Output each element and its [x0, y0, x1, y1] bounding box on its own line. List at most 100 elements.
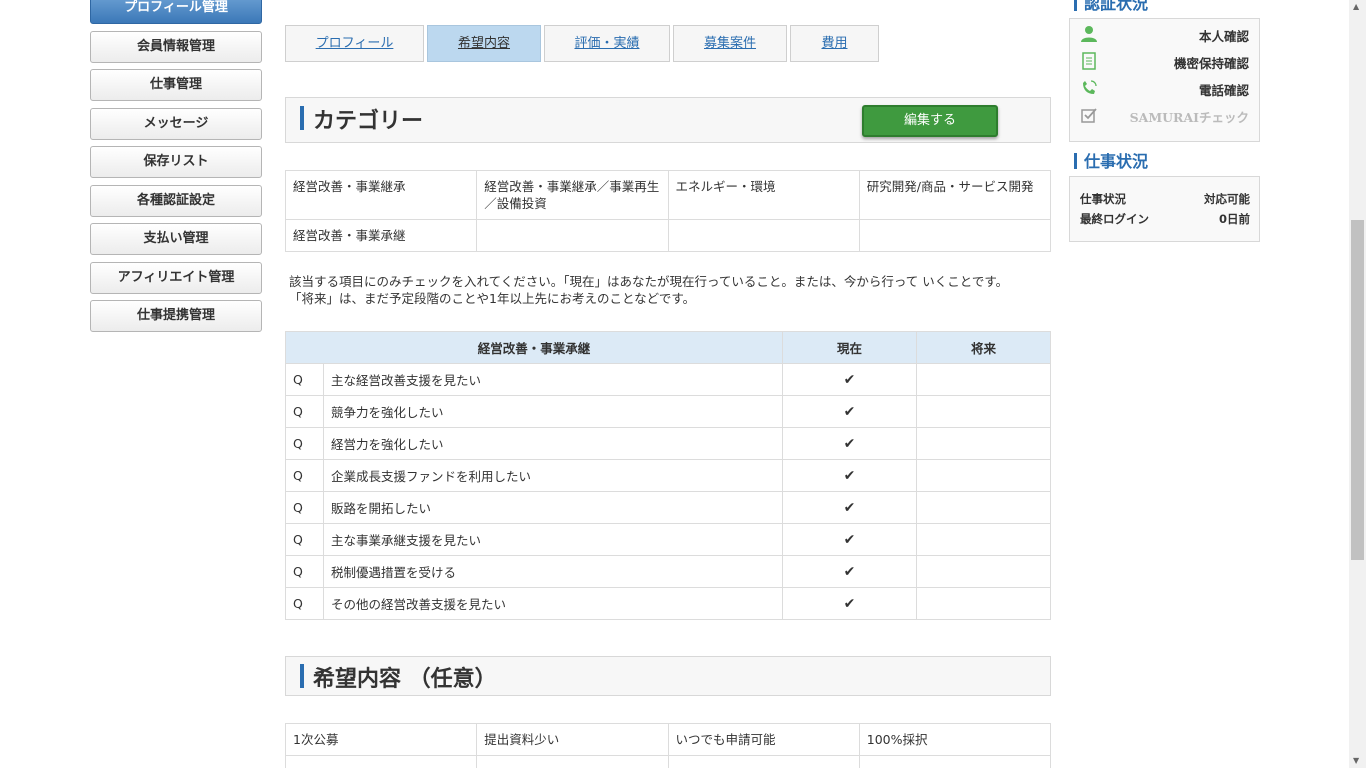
- tab-ratings[interactable]: 評価・実績: [544, 25, 670, 62]
- table-cell: [667, 219, 860, 252]
- column-header-category: 経営改善・事業承継: [285, 331, 783, 364]
- check-icon: ✔: [782, 491, 917, 524]
- table-row: 1次公募 提出資料少い いつでも申請可能 100%採択: [284, 723, 1052, 756]
- sidebar-item-jobs[interactable]: 仕事管理: [90, 69, 262, 101]
- question-label: 経営力を強化したい: [323, 427, 783, 460]
- q-marker: Q: [285, 555, 324, 588]
- table-row: Q 企業成長支援ファンドを利用したい ✔: [285, 459, 1051, 492]
- check-icon: ✔: [782, 523, 917, 556]
- table-cell: 提出資料少い: [476, 723, 669, 756]
- scroll-up-icon[interactable]: ▲: [1353, 2, 1359, 11]
- cert-label: 機密保持確認: [1173, 56, 1249, 71]
- future-cell: [916, 395, 1051, 428]
- check-icon: ✔: [782, 587, 917, 620]
- column-header-now: 現在: [782, 331, 917, 364]
- table-cell: いつでも申請可能: [667, 723, 860, 756]
- check-icon: ✔: [782, 459, 917, 492]
- table-header-row: 経営改善・事業承継 現在 将来: [285, 331, 1051, 364]
- cert-label: 電話確認: [1198, 83, 1249, 98]
- q-marker: Q: [285, 491, 324, 524]
- status-label: 仕事状況: [1080, 192, 1126, 206]
- document-icon: [1080, 52, 1098, 70]
- future-cell: [916, 459, 1051, 492]
- q-marker: Q: [285, 587, 324, 620]
- q-marker: Q: [285, 427, 324, 460]
- last-login-row: 最終ログイン 0日前: [1080, 211, 1250, 227]
- check-icon: ✔: [782, 363, 917, 396]
- scrollbar-thumb[interactable]: [1351, 220, 1364, 560]
- table-row: Q その他の経営改善支援を見たい ✔: [285, 587, 1051, 620]
- sidebar-item-certifications[interactable]: 各種認証設定: [90, 184, 262, 217]
- sidebar-item-saved-list[interactable]: 保存リスト: [90, 146, 262, 178]
- work-status-row: 仕事状況 対応可能: [1080, 191, 1250, 207]
- work-status-box: 仕事状況 対応可能 最終ログイン 0日前: [1069, 176, 1260, 242]
- table-cell: [476, 755, 669, 768]
- future-cell: [916, 523, 1051, 556]
- status-value: 対応可能: [1204, 192, 1250, 206]
- question-label: 主な事業承継支援を見たい: [323, 523, 783, 556]
- table-cell: [284, 755, 478, 768]
- scroll-down-icon[interactable]: ▼: [1353, 756, 1359, 765]
- question-label: 企業成長支援ファンドを利用したい: [323, 459, 783, 492]
- cert-label: 本人確認: [1198, 29, 1249, 44]
- table-row: Q 経営力を強化したい ✔: [285, 427, 1051, 460]
- table-row: 経営改善・事業継承 経営改善・事業継承／事業再生／設備投資 エネルギー・環境 研…: [284, 170, 1052, 220]
- table-cell: [858, 219, 1052, 252]
- table-cell: 経営改善・事業継承: [284, 170, 478, 220]
- sidebar-item-payments[interactable]: 支払い管理: [90, 223, 262, 255]
- table-row: Q 競争力を強化したい ✔: [285, 395, 1051, 428]
- question-label: 販路を開拓したい: [323, 491, 783, 524]
- q-marker: Q: [285, 459, 324, 492]
- table-row: Q 主な経営改善支援を見たい ✔: [285, 363, 1051, 396]
- table-cell: [667, 755, 860, 768]
- tab-fees[interactable]: 費用: [790, 25, 879, 62]
- checkbox-icon: [1080, 106, 1098, 124]
- phone-icon: [1080, 79, 1098, 97]
- edit-button[interactable]: 編集する: [862, 105, 998, 137]
- category-table: 経営改善・事業継承 経営改善・事業継承／事業再生／設備投資 エネルギー・環境 研…: [284, 170, 1052, 252]
- table-cell: [476, 219, 669, 252]
- table-row: 経営改善・事業承継: [284, 219, 1052, 252]
- wishes-section-header: 希望内容 （任意）: [285, 656, 1051, 696]
- work-status-heading: 仕事状況: [1074, 148, 1148, 172]
- cert-row-samurai: SAMURAIチェック: [1070, 102, 1259, 128]
- cert-status-box: 本人確認 機密保持確認 電話確認 SAMURAIチェック: [1069, 18, 1260, 142]
- table-row: [284, 755, 1052, 768]
- table-row: Q 販路を開拓したい ✔: [285, 491, 1051, 524]
- cert-row-phone: 電話確認: [1070, 75, 1259, 101]
- status-label: 最終ログイン: [1080, 212, 1149, 226]
- q-marker: Q: [285, 363, 324, 396]
- column-header-future: 将来: [916, 331, 1051, 364]
- cert-row-identity: 本人確認: [1070, 21, 1259, 47]
- cert-row-nda: 機密保持確認: [1070, 48, 1259, 74]
- sidebar: プロフィール管理 会員情報管理 仕事管理 メッセージ 保存リスト 各種認証設定 …: [90, 0, 262, 339]
- tab-recruitment[interactable]: 募集案件: [673, 25, 787, 62]
- table-row: Q 税制優遇措置を受ける ✔: [285, 555, 1051, 588]
- sidebar-item-member-info[interactable]: 会員情報管理: [90, 30, 262, 63]
- question-table: 経営改善・事業承継 現在 将来 Q 主な経営改善支援を見たい ✔ Q 競争力を強…: [285, 331, 1051, 620]
- table-cell: 経営改善・事業承継: [284, 219, 478, 252]
- heading-accent-bar: [1074, 153, 1077, 169]
- category-section-header: カテゴリー 編集する: [285, 97, 1051, 143]
- future-cell: [916, 363, 1051, 396]
- cert-status-title: 認証状況: [1084, 0, 1149, 13]
- wishes-title: 希望内容 （任意）: [313, 667, 497, 692]
- sidebar-item-messages[interactable]: メッセージ: [90, 107, 262, 140]
- tab-profile[interactable]: プロフィール: [285, 25, 424, 62]
- sidebar-item-profile[interactable]: プロフィール管理: [90, 0, 262, 24]
- status-value: 0日前: [1218, 212, 1250, 226]
- note-line: 該当する項目にのみチェックを入れてください。「現在」はあなたが現在行っていること…: [289, 274, 1009, 289]
- work-status-title: 仕事状況: [1084, 152, 1149, 171]
- future-cell: [916, 427, 1051, 460]
- sidebar-item-affiliate[interactable]: アフィリエイト管理: [90, 261, 262, 294]
- wishes-table: 1次公募 提出資料少い いつでも申請可能 100%採択: [284, 723, 1052, 768]
- tab-wishes[interactable]: 希望内容: [427, 25, 541, 62]
- note-line: 「将来」は、まだ予定段階のことや1年以上先にお考えのことなどです。: [289, 291, 696, 306]
- future-cell: [916, 491, 1051, 524]
- vertical-scrollbar[interactable]: ▲ ▼: [1349, 0, 1366, 768]
- sidebar-item-partnerships[interactable]: 仕事提携管理: [90, 300, 262, 332]
- person-icon: [1080, 25, 1098, 43]
- heading-accent-bar: [1074, 0, 1077, 11]
- question-label: その他の経営改善支援を見たい: [323, 587, 783, 620]
- cert-label: SAMURAIチェック: [1129, 110, 1249, 125]
